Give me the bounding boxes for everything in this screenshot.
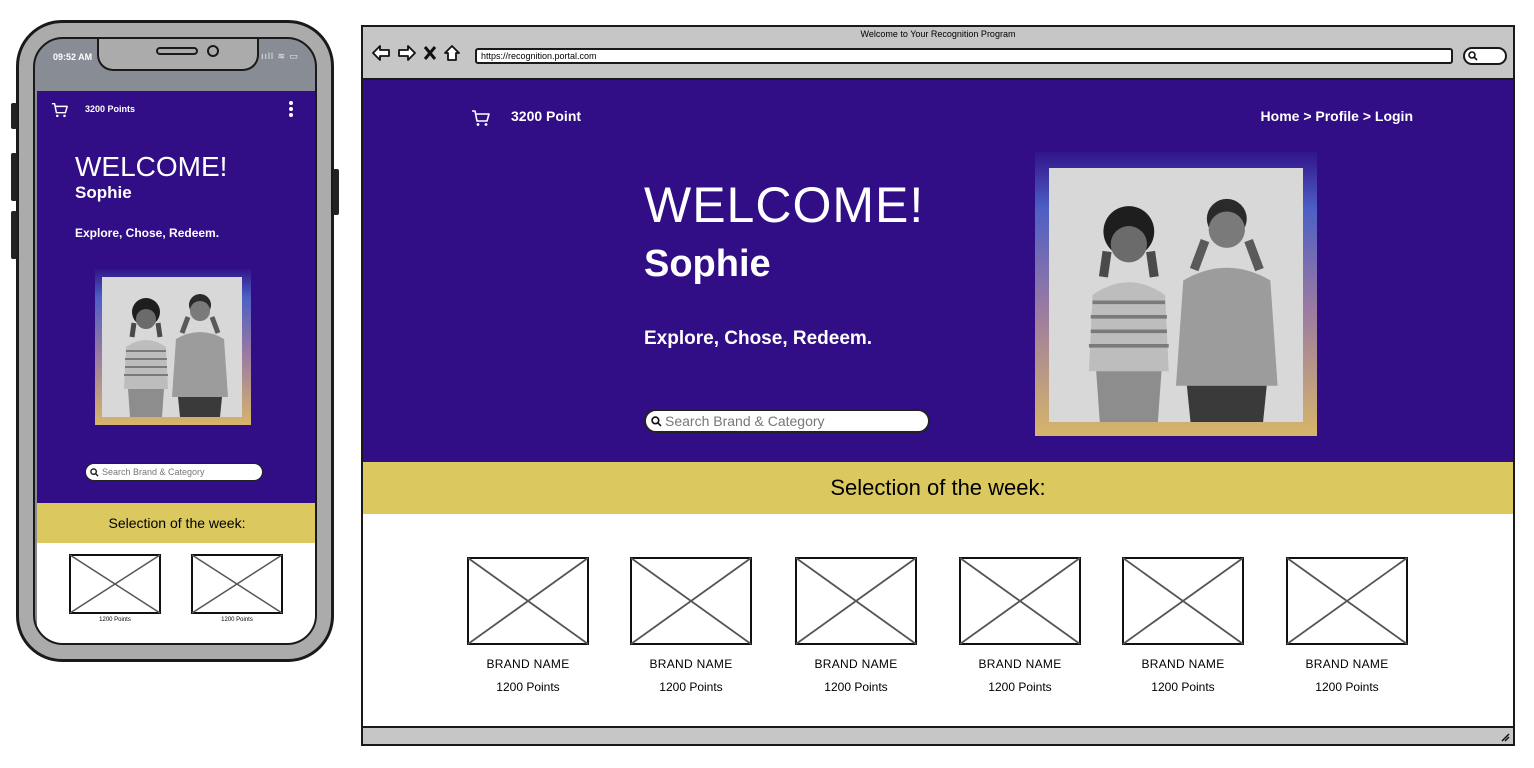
search-icon <box>90 467 99 477</box>
breadcrumb[interactable]: Home > Profile > Login <box>1243 108 1413 124</box>
card-points: 1200 Points <box>1315 680 1379 694</box>
home-icon[interactable] <box>443 44 461 62</box>
welcome-heading: WELCOME! <box>75 151 228 182</box>
mobile-device-frame: 09:52 AM ııll ≋ ▭ 3200 Points WELCOME! S… <box>11 20 339 662</box>
points-balance: 3200 Points <box>85 104 136 114</box>
phone-volume-down-button <box>11 211 17 259</box>
product-card[interactable]: BRAND NAME 1200 Points <box>795 557 917 694</box>
image-placeholder-icon <box>630 557 752 645</box>
speaker-icon <box>156 47 198 55</box>
hero-photo-frame <box>95 269 251 425</box>
cart-icon[interactable] <box>471 108 491 128</box>
card-brand-name: BRAND NAME <box>1305 657 1389 671</box>
product-card[interactable]: 1200 Points <box>191 554 283 623</box>
card-points: 1200 Points <box>659 680 723 694</box>
section-title: Selection of the week: <box>37 503 315 543</box>
hero-photo <box>1049 168 1303 422</box>
cart-icon[interactable] <box>51 101 69 119</box>
hero-photo <box>102 277 242 417</box>
close-icon[interactable] <box>423 45 437 61</box>
section-title: Selection of the week: <box>363 462 1513 514</box>
phone-status-time: 09:52 AM <box>53 52 93 62</box>
browser-nav-buttons <box>371 42 461 64</box>
card-brand-name: BRAND NAME <box>1141 657 1225 671</box>
window-title: Welcome to Your Recognition Program <box>860 29 1016 39</box>
phone-volume-up-button <box>11 153 17 201</box>
phone-status-icons: ııll ≋ ▭ <box>260 51 299 61</box>
kebab-menu-icon[interactable] <box>287 101 295 119</box>
search-input[interactable]: Search Brand & Category <box>644 409 930 433</box>
product-card[interactable]: 1200 Points <box>69 554 161 623</box>
card-points: 1200 Points <box>824 680 888 694</box>
card-points: 1200 Points <box>221 617 253 623</box>
phone-notch <box>97 39 259 71</box>
back-arrow-icon[interactable] <box>371 44 391 62</box>
phone-screen-bezel: 09:52 AM ııll ≋ ▭ 3200 Points WELCOME! S… <box>33 37 317 645</box>
product-card[interactable]: BRAND NAME 1200 Points <box>630 557 752 694</box>
hero-photo-frame <box>1035 152 1317 436</box>
card-points: 1200 Points <box>99 617 131 623</box>
image-placeholder-icon <box>959 557 1081 645</box>
phone-app-screen: 3200 Points WELCOME! Sophie Explore, Cho… <box>37 91 315 643</box>
search-placeholder: Search Brand & Category <box>665 413 825 429</box>
product-card[interactable]: BRAND NAME 1200 Points <box>1286 557 1408 694</box>
phone-mute-switch <box>11 103 17 129</box>
phone-hero-section: 3200 Points WELCOME! Sophie Explore, Cho… <box>37 91 315 503</box>
phone-power-button <box>333 169 339 215</box>
card-points: 1200 Points <box>496 680 560 694</box>
product-card[interactable]: BRAND NAME 1200 Points <box>467 557 589 694</box>
product-card[interactable]: BRAND NAME 1200 Points <box>1122 557 1244 694</box>
search-placeholder: Search Brand & Category <box>102 467 205 477</box>
user-name: Sophie <box>75 183 132 202</box>
card-brand-name: BRAND NAME <box>978 657 1062 671</box>
tagline: Explore, Chose, Redeem. <box>75 226 220 240</box>
address-bar[interactable]: https://recognition.portal.com <box>475 48 1453 64</box>
image-placeholder-icon <box>1122 557 1244 645</box>
forward-arrow-icon[interactable] <box>397 44 417 62</box>
browser-window: Welcome to Your Recognition Program http… <box>361 25 1515 746</box>
user-name: Sophie <box>644 243 771 285</box>
product-card[interactable]: BRAND NAME 1200 Points <box>959 557 1081 694</box>
search-icon <box>651 415 662 426</box>
tagline: Explore, Chose, Redeem. <box>644 328 873 349</box>
image-placeholder-icon <box>69 554 161 614</box>
card-brand-name: BRAND NAME <box>486 657 570 671</box>
resize-grip-icon[interactable] <box>1498 730 1510 742</box>
hero-section: 3200 Point Home > Profile > Login WELCOM… <box>363 80 1513 462</box>
browser-search-field[interactable] <box>1463 47 1507 65</box>
search-input[interactable]: Search Brand & Category <box>85 463 263 481</box>
image-placeholder-icon <box>1286 557 1408 645</box>
welcome-heading: WELCOME! <box>644 177 925 233</box>
search-icon <box>1468 51 1478 61</box>
image-placeholder-icon <box>467 557 589 645</box>
points-balance: 3200 Point <box>511 108 582 124</box>
card-brand-name: BRAND NAME <box>814 657 898 671</box>
image-placeholder-icon <box>795 557 917 645</box>
browser-viewport: 3200 Point Home > Profile > Login WELCOM… <box>363 78 1513 728</box>
camera-icon <box>207 45 219 57</box>
image-placeholder-icon <box>191 554 283 614</box>
card-points: 1200 Points <box>988 680 1052 694</box>
card-brand-name: BRAND NAME <box>649 657 733 671</box>
card-points: 1200 Points <box>1151 680 1215 694</box>
